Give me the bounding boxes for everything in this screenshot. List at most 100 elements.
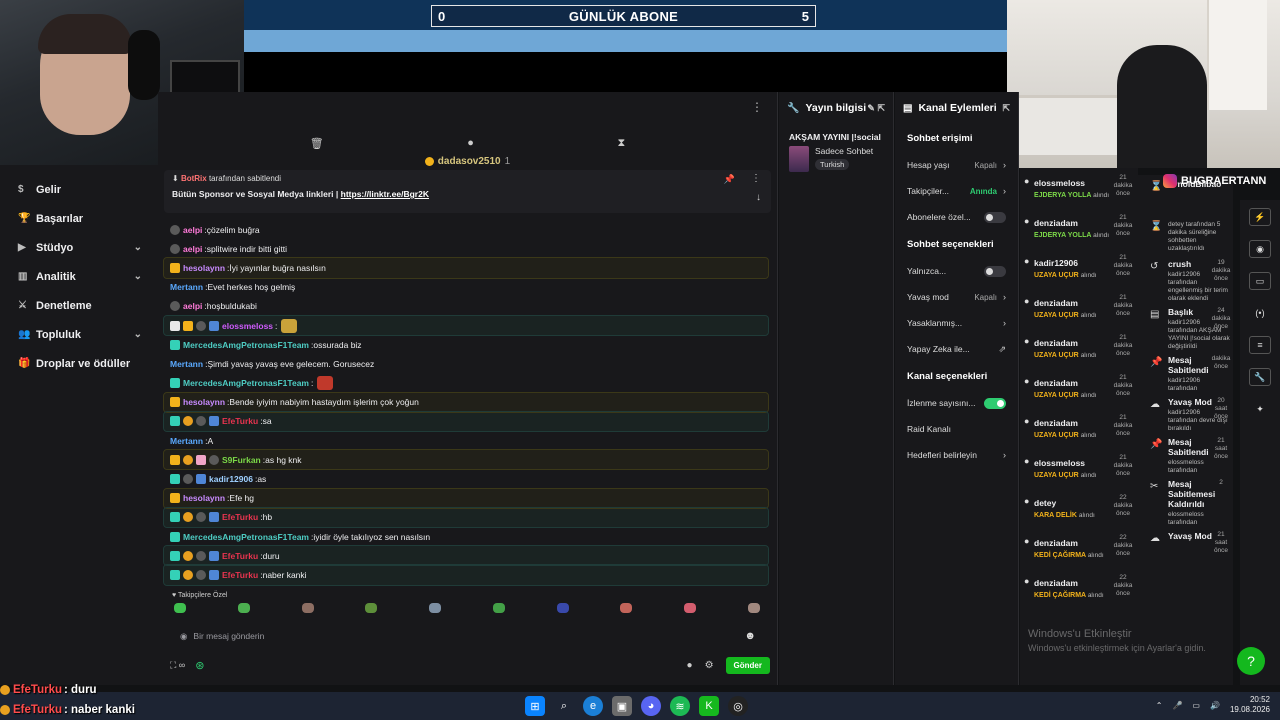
chat-icon[interactable]: ● — [687, 660, 693, 671]
pinned-by-user[interactable]: BotRix — [181, 174, 207, 183]
edge-icon[interactable]: e — [583, 696, 603, 716]
points-icon[interactable]: ⊛ — [195, 659, 204, 672]
windows-start-icon[interactable]: ⊞ — [525, 696, 545, 716]
setting-yaln-zca-[interactable]: Yalnızca... — [895, 258, 1018, 284]
gift-banner-user[interactable]: dadasov2510 — [438, 156, 501, 167]
setting-takip-iler-[interactable]: Takipçiler... Anında › — [895, 178, 1018, 204]
chat-username[interactable]: MercedesAmgPetronasF1Team — [183, 378, 309, 388]
emote-option-icon[interactable] — [620, 603, 633, 613]
settings-icon[interactable]: ⚙ — [705, 660, 714, 671]
chat-username[interactable]: EfeTurku — [222, 551, 258, 561]
sidebar-item-st-dyo[interactable]: ▶ Stüdyo ⌄ — [0, 233, 158, 262]
emoji-icon[interactable]: ☻ — [744, 630, 756, 642]
emote-option-icon[interactable] — [174, 603, 186, 613]
chat-message[interactable]: kadir12906: as — [164, 469, 768, 488]
obs-icon[interactable]: ◎ — [728, 696, 748, 716]
chat-username[interactable]: aelpi — [183, 244, 202, 254]
activity-user[interactable]: detey — [1034, 498, 1056, 508]
pinned-more-icon[interactable]: ⋮ — [751, 173, 761, 184]
emote-option-icon[interactable] — [365, 603, 378, 613]
activity-user[interactable]: denziadam — [1034, 338, 1078, 348]
broadcast-icon[interactable]: (•) — [1249, 304, 1271, 322]
category-thumbnail[interactable] — [789, 146, 809, 172]
network-icon[interactable]: ▭ — [1192, 701, 1200, 710]
activity-user[interactable]: elossmeloss — [1034, 458, 1085, 468]
chat-rail-icon[interactable]: ▭ — [1249, 272, 1271, 290]
chat-username[interactable]: hesolaynn — [183, 263, 225, 273]
kick-icon[interactable]: K — [699, 696, 719, 716]
chat-message[interactable]: EfeTurku: naber kanki — [163, 564, 769, 586]
setting-yasaklanm-[interactable]: Yasaklanmış... › — [895, 310, 1018, 336]
emote-option-icon[interactable] — [492, 603, 505, 613]
chat-username[interactable]: EfeTurku — [222, 512, 258, 522]
send-button[interactable]: Gönder — [725, 656, 770, 674]
emote-option-icon[interactable] — [747, 603, 760, 613]
chat-username[interactable]: hesolaynn — [183, 397, 225, 407]
activity-user[interactable]: denziadam — [1034, 218, 1078, 228]
language-tag[interactable]: Turkish — [815, 159, 850, 170]
tray-chevron-icon[interactable]: ⌃ — [1156, 701, 1163, 710]
chat-message[interactable]: EfeTurku: duru — [163, 545, 769, 567]
mic-icon[interactable]: 🎤 — [1172, 701, 1182, 710]
avatar-button[interactable]: ◉ — [1249, 240, 1271, 258]
edit-icon[interactable]: ✎ ⇱ — [867, 103, 885, 114]
chat-message[interactable]: hesolaynn: Efe hg — [163, 487, 769, 509]
layers-icon[interactable]: ≡ — [1249, 336, 1271, 354]
setting-hedefleri-belirleyin[interactable]: Hedefleri belirleyin › — [895, 442, 1018, 468]
toggle-switch[interactable] — [984, 265, 1006, 277]
chevron-down-icon[interactable]: ⌄ — [134, 242, 142, 253]
chat-username[interactable]: Mertann — [170, 436, 203, 446]
tools-icon[interactable]: 🔧 — [1249, 368, 1271, 386]
chat-message[interactable]: Mertann: Şimdi yavaş yavaş eve gelecem. … — [164, 354, 768, 373]
chat-message[interactable]: EfeTurku: hb — [163, 506, 769, 529]
chat-username[interactable]: aelpi — [183, 225, 202, 235]
activity-user[interactable]: kadir12906 — [1034, 258, 1078, 268]
clock[interactable]: 20:52 19.08.2026 — [1230, 695, 1270, 715]
chat-username[interactable]: S9Furkan — [222, 455, 261, 465]
chat-username[interactable]: Mertann — [170, 359, 203, 369]
chat-message[interactable]: hesolaynn: Bende iyiyim nabiyim hastaydı… — [163, 391, 769, 413]
chat-username[interactable]: aelpi — [183, 301, 202, 311]
chat-message[interactable]: aelpi: splitwire indir bitti gitti — [164, 239, 768, 258]
chat-input[interactable]: ◉ Bir mesaj gönderin ☻ — [170, 625, 766, 647]
chat-message[interactable]: Mertann: Evet herkes hoş gelmiş — [164, 278, 768, 297]
emote-option-icon[interactable] — [429, 603, 442, 613]
emote-option-icon[interactable] — [556, 603, 569, 613]
volume-icon[interactable]: 🔊 — [1210, 701, 1220, 710]
chat-message[interactable]: Mertann: A — [164, 431, 768, 450]
external-link-icon[interactable]: ⇗ — [998, 344, 1006, 355]
users-icon[interactable]: ⛶ ∞ — [170, 660, 185, 671]
setting-hesap-ya-[interactable]: Hesap yaşı Kapalı › — [895, 152, 1018, 178]
chat-message[interactable]: MercedesAmgPetronasF1Team: ossurada biz — [164, 335, 768, 354]
file-explorer-icon[interactable]: ▣ — [612, 696, 632, 716]
activity-user[interactable]: denziadam — [1034, 418, 1078, 428]
sidebar-item-analitik[interactable]: ▥ Analitik ⌄ — [0, 262, 158, 291]
popout-icon[interactable]: ⇱ — [1002, 103, 1010, 114]
activity-user[interactable]: denziadam — [1034, 378, 1078, 388]
chat-username[interactable]: MercedesAmgPetronasF1Team — [183, 532, 309, 542]
sidebar-item-topluluk[interactable]: 👥 Topluluk ⌄ — [0, 320, 158, 349]
chevron-down-icon[interactable]: ⌄ — [134, 329, 142, 340]
chevron-right-icon[interactable]: › — [1003, 318, 1006, 328]
activity-user[interactable]: denziadam — [1034, 578, 1078, 588]
search-icon[interactable]: ⌕ — [554, 696, 574, 716]
extensions-icon[interactable]: ✦ — [1249, 400, 1271, 418]
emote-option-icon[interactable] — [237, 603, 250, 613]
chat-message[interactable]: hesolaynn: İyi yayınlar buğra nasılsın — [163, 257, 769, 279]
setting-i-zlenme-say-s-n-[interactable]: İzlenme sayısını... — [895, 390, 1018, 416]
help-button[interactable]: ? — [1237, 647, 1265, 675]
chat-message[interactable]: MercedesAmgPetronasF1Team: iyidir öyle t… — [164, 527, 768, 546]
chat-username[interactable]: Mertann — [170, 282, 203, 292]
setting-yapay-zeka-ile-[interactable]: Yapay Zeka ile... ⇗ — [895, 336, 1018, 362]
hourglass-icon[interactable]: ⧗ — [617, 137, 625, 150]
setting-yava-mod[interactable]: Yavaş mod Kapalı › — [895, 284, 1018, 310]
chat-message[interactable]: MercedesAmgPetronasF1Team: — [164, 374, 768, 393]
chat-username[interactable]: EfeTurku — [222, 416, 258, 426]
chat-message[interactable]: EfeTurku: sa — [163, 410, 769, 433]
setting-raid-kanal-[interactable]: Raid Kanalı — [895, 416, 1018, 442]
activity-user[interactable]: elossmeloss — [1034, 178, 1085, 188]
toggle-switch[interactable] — [984, 211, 1006, 223]
pinned-expand-icon[interactable]: ↓ — [756, 192, 761, 203]
trash-icon[interactable]: 🗑 — [310, 137, 324, 150]
setting-abonelere-zel-[interactable]: Abonelere özel... — [895, 204, 1018, 230]
